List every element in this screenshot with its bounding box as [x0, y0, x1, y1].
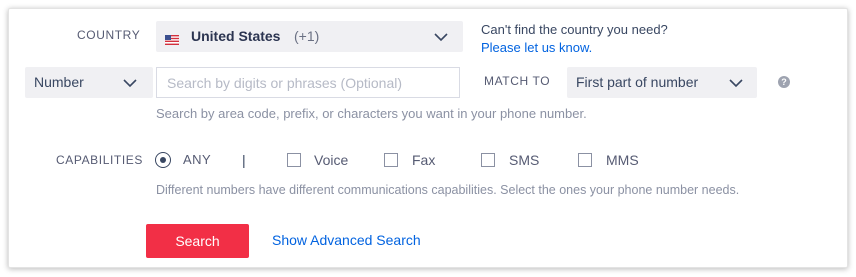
fax-checkbox[interactable]	[384, 153, 398, 167]
us-flag-icon	[165, 32, 179, 45]
number-hint: Search by area code, prefix, or characte…	[156, 106, 587, 121]
country-label: COUNTRY	[77, 28, 141, 42]
search-panel: COUNTRY United States (+1) Can't find th…	[8, 8, 848, 268]
search-placeholder: Search by digits or phrases (Optional)	[167, 75, 402, 91]
capabilities-hint: Different numbers have different communi…	[156, 183, 740, 197]
show-advanced-search-link[interactable]: Show Advanced Search	[272, 232, 421, 248]
match-to-label: MATCH TO	[484, 74, 551, 88]
match-to-value: First part of number	[576, 74, 699, 90]
number-type-value: Number	[34, 74, 84, 90]
country-help-link[interactable]: Please let us know.	[481, 40, 592, 55]
voice-label: Voice	[314, 152, 349, 168]
country-select[interactable]: United States (+1)	[156, 21, 463, 52]
any-label: ANY	[183, 152, 212, 167]
any-radio[interactable]	[155, 152, 171, 168]
separator: |	[242, 152, 246, 168]
chevron-down-icon	[434, 33, 448, 42]
question-icon[interactable]: ?	[778, 76, 790, 88]
country-help-text: Can't find the country you need?	[481, 22, 668, 37]
chevron-down-icon	[123, 79, 137, 88]
capabilities-label: CAPABILITIES	[56, 153, 144, 167]
radio-dot-icon	[160, 157, 166, 163]
chevron-down-icon	[729, 79, 743, 88]
country-name: United States	[191, 28, 281, 44]
voice-checkbox[interactable]	[287, 153, 301, 167]
sms-label: SMS	[509, 152, 540, 168]
country-code: (+1)	[294, 28, 320, 44]
mms-label: MMS	[606, 152, 639, 168]
sms-checkbox[interactable]	[481, 153, 495, 167]
fax-label: Fax	[412, 152, 436, 168]
match-to-select[interactable]: First part of number	[567, 67, 757, 98]
search-input[interactable]: Search by digits or phrases (Optional)	[156, 67, 460, 98]
number-type-select[interactable]: Number	[25, 67, 153, 98]
search-button[interactable]: Search	[146, 224, 249, 258]
mms-checkbox[interactable]	[578, 153, 592, 167]
